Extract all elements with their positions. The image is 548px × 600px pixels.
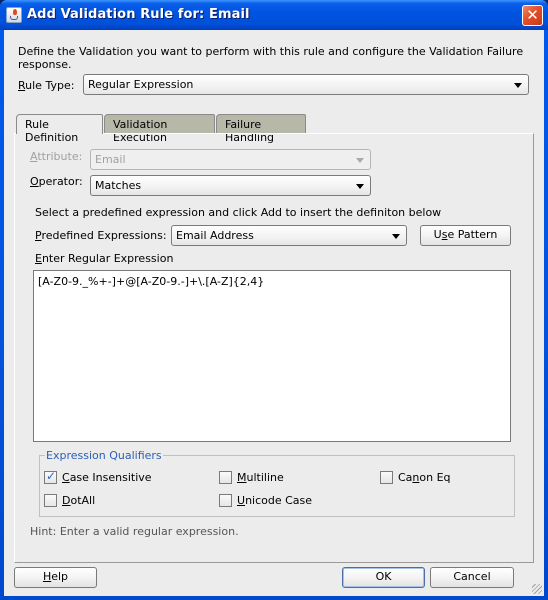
chevron-down-icon [514, 83, 522, 88]
rule-type-select[interactable]: Regular Expression [83, 74, 529, 95]
chevron-down-icon [356, 184, 364, 189]
dialog-window: Add Validation Rule for: Email ✕ Define … [0, 0, 548, 600]
expression-qualifiers-legend: Expression Qualifiers [45, 449, 163, 462]
rule-type-label: Rule Type: [18, 79, 75, 92]
resize-grip[interactable] [532, 584, 542, 594]
java-cup-icon [6, 7, 22, 23]
close-button[interactable]: ✕ [522, 5, 543, 26]
case-insensitive-label[interactable]: Case Insensitive [62, 471, 152, 484]
predefined-label: Predefined Expressions: [35, 229, 167, 242]
predefined-select[interactable]: Email Address [171, 225, 407, 246]
tab-failure-handling[interactable]: Failure Handling [216, 114, 306, 144]
checkmark-icon: ✓ [46, 469, 57, 483]
tab-validation-execution[interactable]: Validation Execution [104, 114, 215, 144]
help-button[interactable]: Help [14, 567, 97, 588]
dotall-label[interactable]: DotAll [62, 494, 95, 507]
regex-label: Enter Regular Expression [35, 252, 174, 265]
canon-eq-label[interactable]: Canon Eq [398, 471, 451, 484]
attribute-label: Attribute: [30, 150, 83, 163]
multiline-label[interactable]: Multiline [237, 471, 284, 484]
ok-button[interactable]: OK [342, 567, 425, 588]
dotall-checkbox[interactable] [44, 494, 57, 507]
hint-text: Hint: Enter a valid regular expression. [30, 525, 239, 538]
case-insensitive-checkbox[interactable]: ✓ [44, 469, 57, 484]
rule-type-value: Regular Expression [88, 78, 194, 91]
regex-value: [A-Z0-9._%+-]+@[A-Z0-9.-]+\.[A-Z]{2,4} [38, 275, 265, 288]
canon-eq-checkbox[interactable] [380, 471, 393, 484]
predefined-value: Email Address [176, 229, 254, 242]
cancel-button[interactable]: Cancel [430, 567, 514, 588]
chevron-down-icon [356, 158, 364, 163]
dialog-body: Define the Validation you want to perfor… [4, 30, 544, 596]
attribute-select[interactable]: Email [90, 149, 371, 170]
unicode-case-checkbox[interactable] [219, 494, 232, 507]
operator-value: Matches [95, 179, 142, 192]
title-bar[interactable]: Add Validation Rule for: Email ✕ [0, 0, 548, 30]
expression-qualifiers-group: Expression Qualifiers ✓ Case Insensitive… [39, 449, 515, 517]
window-title: Add Validation Rule for: Email [27, 7, 250, 22]
regex-input[interactable]: [A-Z0-9._%+-]+@[A-Z0-9.-]+\.[A-Z]{2,4} [33, 270, 511, 442]
operator-label: Operator: [30, 175, 83, 188]
operator-select[interactable]: Matches [90, 175, 371, 196]
unicode-case-label[interactable]: Unicode Case [237, 494, 312, 507]
multiline-checkbox[interactable] [219, 471, 232, 484]
intro-text: Define the Validation you want to perfor… [18, 45, 524, 71]
attribute-value: Email [95, 153, 126, 166]
tab-rule-definition[interactable]: Rule Definition [16, 114, 103, 144]
chevron-down-icon [392, 234, 400, 239]
close-icon: ✕ [526, 6, 539, 24]
predefined-hint: Select a predefined expression and click… [35, 206, 442, 219]
use-pattern-button[interactable]: Use Pattern [420, 225, 511, 246]
